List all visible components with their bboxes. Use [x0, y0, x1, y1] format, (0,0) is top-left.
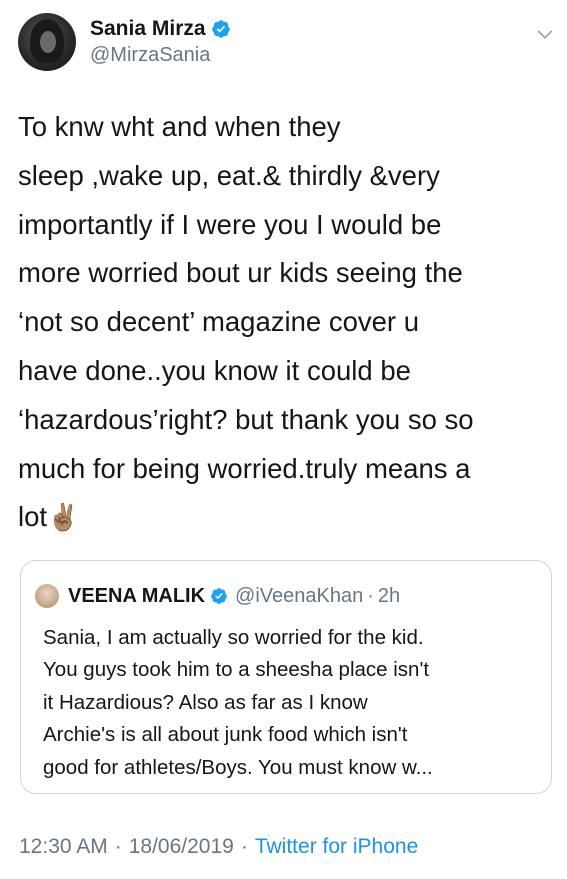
author-avatar[interactable]	[18, 13, 76, 71]
quoted-tweet-text: Sania, I am actually so worried for the …	[43, 626, 433, 779]
verified-badge-icon	[211, 588, 227, 604]
tweet-footer: 12:30 AM · 18/06/2019 · Twitter for iPho…	[19, 832, 418, 862]
quoted-author-avatar	[35, 584, 59, 608]
quoted-tweet-header: VEENA MALIK @iVeenaKhan · 2h	[35, 583, 400, 609]
author-display-name[interactable]: Sania Mirza	[90, 17, 206, 41]
quoted-separator: ·	[367, 584, 374, 607]
chevron-down-icon[interactable]	[536, 25, 554, 43]
tweet-text: To knw wht and when they sleep ,wake up,…	[18, 103, 558, 542]
tweet-date[interactable]: 18/06/2019	[129, 835, 234, 859]
tweet-header: Sania Mirza @MirzaSania	[18, 13, 558, 73]
footer-separator: ·	[114, 835, 122, 858]
author-name-row: Sania Mirza	[90, 16, 231, 42]
tweet-source-link[interactable]: Twitter for iPhone	[255, 835, 418, 859]
author-handle[interactable]: @MirzaSania	[90, 44, 231, 67]
quoted-author-handle: @iVeenaKhan	[235, 584, 364, 607]
tweet-text-content: To knw wht and when they sleep ,wake up,…	[18, 111, 474, 533]
verified-badge-icon	[211, 20, 230, 38]
avatar-face-shape	[40, 31, 56, 53]
victory-hand-emoji: ✌🏽	[47, 502, 80, 533]
quoted-timestamp: 2h	[377, 584, 401, 607]
author-names: Sania Mirza @MirzaSania	[90, 16, 231, 67]
tweet-time[interactable]: 12:30 AM	[19, 835, 108, 859]
quoted-author-display-name: VEENA MALIK	[68, 584, 206, 607]
quoted-tweet[interactable]: VEENA MALIK @iVeenaKhan · 2h Sania, I am…	[20, 560, 552, 794]
tweet-card: Sania Mirza @MirzaSania To knw wht and w…	[0, 0, 567, 879]
footer-separator: ·	[240, 835, 248, 858]
